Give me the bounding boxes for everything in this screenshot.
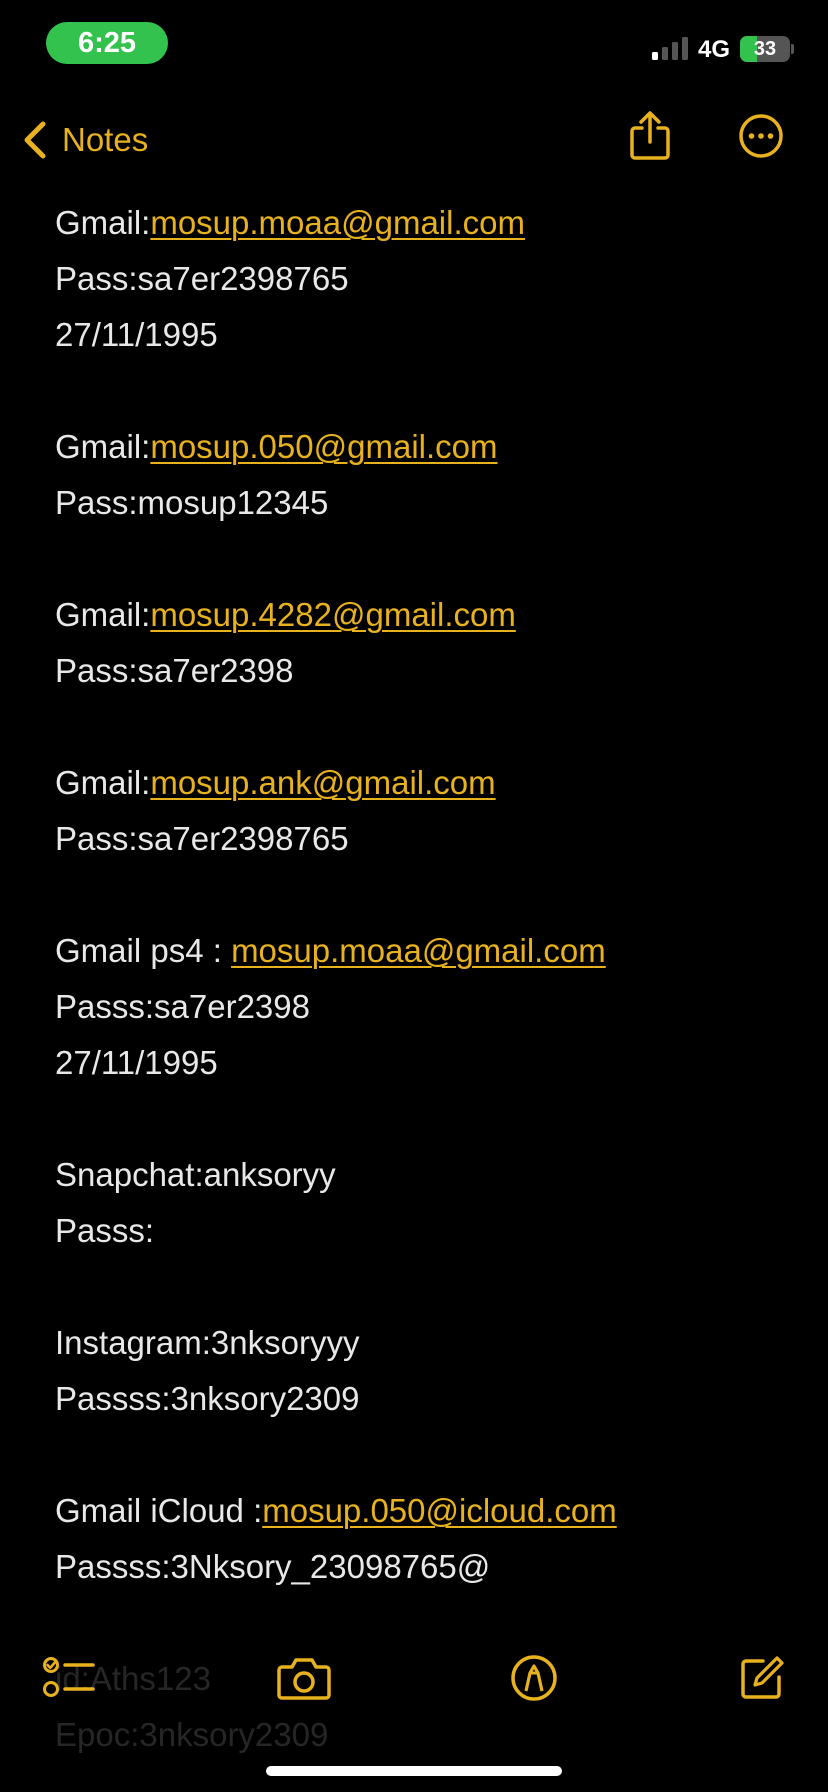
line-text: Gmail: — [55, 204, 151, 241]
chevron-left-icon — [22, 120, 48, 160]
back-to-notes-button[interactable]: Notes — [22, 114, 148, 166]
note-line: Snapchat:anksoryy — [55, 1156, 336, 1193]
network-type: 4G — [698, 36, 731, 63]
note-line: Pass:sa7er2398765 — [55, 260, 349, 297]
camera-button[interactable] — [272, 1648, 336, 1712]
back-label: Notes — [62, 121, 149, 158]
note-line-under-toolbar: Epoc:3nksory2309 — [55, 1716, 329, 1753]
note-line: Gmail iCloud :mosup.050@icloud.com — [55, 1483, 795, 1539]
share-icon — [628, 110, 672, 167]
checklist-button[interactable] — [38, 1648, 102, 1712]
note-line: Gmail:mosup.ank@gmail.com — [55, 755, 795, 811]
line-text: Gmail: — [55, 596, 151, 633]
ellipsis-circle-icon — [738, 113, 784, 164]
note-line: Gmail:mosup.4282@gmail.com — [55, 587, 795, 643]
home-indicator[interactable] — [266, 1766, 562, 1776]
cellular-signal-icon — [652, 36, 690, 60]
status-bar: 6:25 4G 33 — [0, 0, 828, 90]
note-line-under-toolbar: id:Aths123 — [55, 1660, 211, 1697]
battery-cap — [791, 44, 794, 54]
note-line: Instagram:3nksoryyy — [55, 1324, 360, 1361]
share-button[interactable] — [622, 108, 678, 168]
status-time: 6:25 — [46, 22, 168, 64]
battery-icon: 33 — [740, 36, 790, 62]
note-line: 27/11/1995 — [55, 1044, 218, 1081]
battery-percentage: 33 — [753, 38, 777, 60]
note-line: 27/11/1995 — [55, 316, 218, 353]
compose-button[interactable] — [730, 1648, 794, 1712]
note-line: Passs: — [55, 1212, 155, 1249]
note-line: Passss:3nksory2309 — [55, 1380, 360, 1417]
note-body[interactable]: Gmail:mosup.moaa@gmail.com Pass:sa7er239… — [55, 195, 795, 1763]
note-line: Pass:sa7er2398 — [55, 652, 294, 689]
note-line: Gmail ps4 : mosup.moaa@gmail.com — [55, 923, 795, 979]
checklist-icon — [43, 1653, 97, 1708]
line-text: Gmail: — [55, 764, 151, 801]
note-line: Pass:sa7er2398765 — [55, 820, 349, 857]
note-line: Passs:sa7er2398 — [55, 988, 310, 1025]
email-link[interactable]: mosup.moaa@gmail.com — [150, 204, 525, 241]
email-link[interactable]: mosup.050@icloud.com — [262, 1492, 617, 1529]
line-text: Gmail iCloud : — [55, 1492, 263, 1529]
markup-button[interactable] — [502, 1648, 566, 1712]
compose-icon — [737, 1653, 787, 1708]
note-line: Gmail:mosup.050@gmail.com — [55, 419, 795, 475]
line-text: Gmail ps4 : — [55, 932, 232, 969]
note-line: Gmail:mosup.moaa@gmail.com — [55, 195, 795, 251]
note-line: Passss:3Nksory_23098765@ — [55, 1548, 491, 1585]
note-line: Pass:mosup12345 — [55, 484, 329, 521]
email-link[interactable]: mosup.moaa@gmail.com — [231, 932, 606, 969]
more-options-button[interactable] — [733, 108, 789, 168]
markup-pen-icon — [509, 1653, 559, 1708]
line-text: Gmail: — [55, 428, 151, 465]
email-link[interactable]: mosup.ank@gmail.com — [150, 764, 495, 801]
camera-icon — [276, 1655, 332, 1706]
email-link[interactable]: mosup.4282@gmail.com — [150, 596, 516, 633]
email-link[interactable]: mosup.050@gmail.com — [150, 428, 497, 465]
